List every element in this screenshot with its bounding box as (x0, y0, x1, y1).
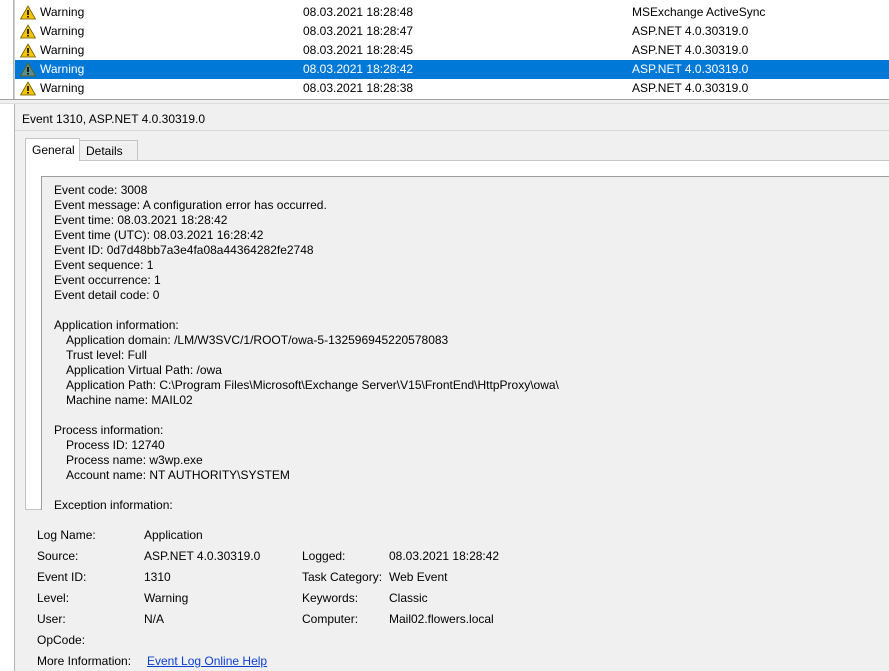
description-line (54, 483, 559, 498)
description-line: Event ID: 0d7d48bb7a3e4fa08a44364282fe27… (54, 243, 314, 257)
description-line: Event occurrence: 1 (54, 273, 161, 287)
event-source: MSExchange ActiveSync (632, 5, 766, 19)
description-line: Process ID: 12740 (66, 438, 165, 452)
description-line: Event time: 08.03.2021 18:28:42 (54, 213, 228, 227)
logged-label: Logged: (302, 549, 346, 563)
event-source: ASP.NET 4.0.30319.0 (632, 24, 749, 38)
log-name-value: Application (144, 528, 203, 542)
description-line: Event code: 3008 (54, 183, 148, 197)
logged-value: 08.03.2021 18:28:42 (389, 549, 500, 563)
event-detail-pane: Event 1310, ASP.NET 4.0.30319.0 General … (14, 104, 889, 671)
description-line: Process name: w3wp.exe (66, 453, 203, 467)
description-line: Event message: A configuration error has… (54, 198, 327, 212)
tab-general[interactable]: General (25, 138, 80, 161)
event-log-online-help-link[interactable]: Event Log Online Help (147, 653, 267, 669)
description-line: Event sequence: 1 (54, 258, 154, 272)
event-detail-title: Event 1310, ASP.NET 4.0.30319.0 (22, 112, 206, 126)
event-level-text: Warning (40, 24, 85, 38)
description-line: Trust level: Full (66, 348, 147, 362)
event-id-label: Event ID: (37, 570, 87, 584)
log-name-label: Log Name: (37, 528, 96, 542)
description-line: Exception information: (54, 498, 173, 510)
source-label: Source: (37, 549, 79, 563)
description-line (54, 303, 559, 318)
event-source: ASP.NET 4.0.30319.0 (632, 43, 749, 57)
description-line: Process information: (54, 423, 164, 437)
event-row[interactable]: Warning 08.03.2021 18:28:45 ASP.NET 4.0.30… (15, 41, 889, 60)
event-row[interactable]: Warning 08.03.2021 18:28:48 MSExchange Act… (15, 3, 889, 22)
event-level-text: Warning (40, 62, 85, 76)
event-datetime: 08.03.2021 18:28:48 (303, 5, 414, 19)
tab-details[interactable]: Details (79, 140, 138, 160)
event-id-value: 1310 (144, 570, 171, 584)
event-description-box[interactable]: Event code: 3008 Event message: A configu… (41, 176, 889, 510)
user-label: User: (37, 612, 66, 626)
description-line: Machine name: MAIL02 (66, 393, 193, 407)
description-line: Application Path: C:\Program Files\Micro… (66, 378, 559, 392)
event-source: ASP.NET 4.0.30319.0 (632, 62, 749, 76)
task-category-value: Web Event (389, 570, 448, 584)
description-line: Application domain: /LM/W3SVC/1/ROOT/owa… (66, 333, 449, 347)
event-datetime: 08.03.2021 18:28:45 (303, 43, 414, 57)
description-line (54, 408, 559, 423)
event-properties: Log Name: Application Source: ASP.NET 4.… (15, 524, 889, 671)
event-level-text: Warning (40, 81, 85, 95)
keywords-label: Keywords: (302, 591, 359, 605)
description-line: Account name: NT AUTHORITY\SYSTEM (66, 468, 290, 482)
user-value: N/A (144, 612, 165, 626)
opcode-label: OpCode: (37, 633, 86, 647)
description-line: Event detail code: 0 (54, 288, 160, 302)
event-level-text: Warning (40, 43, 85, 57)
event-datetime: 08.03.2021 18:28:42 (303, 62, 414, 76)
description-line: Event time (UTC): 08.03.2021 16:28:42 (54, 228, 264, 242)
more-information-label: More Information: (37, 654, 132, 668)
title-divider (15, 130, 889, 131)
event-row[interactable]: Warning 08.03.2021 18:28:42 ASP.NET 4.0.30… (15, 60, 889, 79)
event-datetime: 08.03.2021 18:28:38 (303, 81, 414, 95)
event-row[interactable]: Warning 08.03.2021 18:28:47 ASP.NET 4.0.30… (15, 22, 889, 41)
level-label: Level: (37, 591, 70, 605)
event-list[interactable]: Warning 08.03.2021 18:28:48 MSExchange Act… (14, 0, 889, 99)
computer-value: Mail02.flowers.local (389, 612, 494, 626)
description-line: Application information: (54, 318, 179, 332)
keywords-value: Classic (389, 591, 428, 605)
level-value: Warning (144, 591, 189, 605)
general-tab-panel: Event code: 3008 Event message: A configu… (25, 160, 889, 510)
event-source: ASP.NET 4.0.30319.0 (632, 81, 749, 95)
event-description-text: Event code: 3008 Event message: A configu… (54, 183, 559, 510)
event-row[interactable]: Warning 08.03.2021 18:28:38 ASP.NET 4.0.30… (15, 79, 889, 98)
computer-label: Computer: (302, 612, 359, 626)
description-line: Application Virtual Path: /owa (66, 363, 222, 377)
source-value: ASP.NET 4.0.30319.0 (144, 549, 261, 563)
event-level-text: Warning (40, 5, 85, 19)
navigation-pane-edge (0, 0, 14, 99)
task-category-label: Task Category: (302, 570, 383, 584)
event-datetime: 08.03.2021 18:28:47 (303, 24, 414, 38)
